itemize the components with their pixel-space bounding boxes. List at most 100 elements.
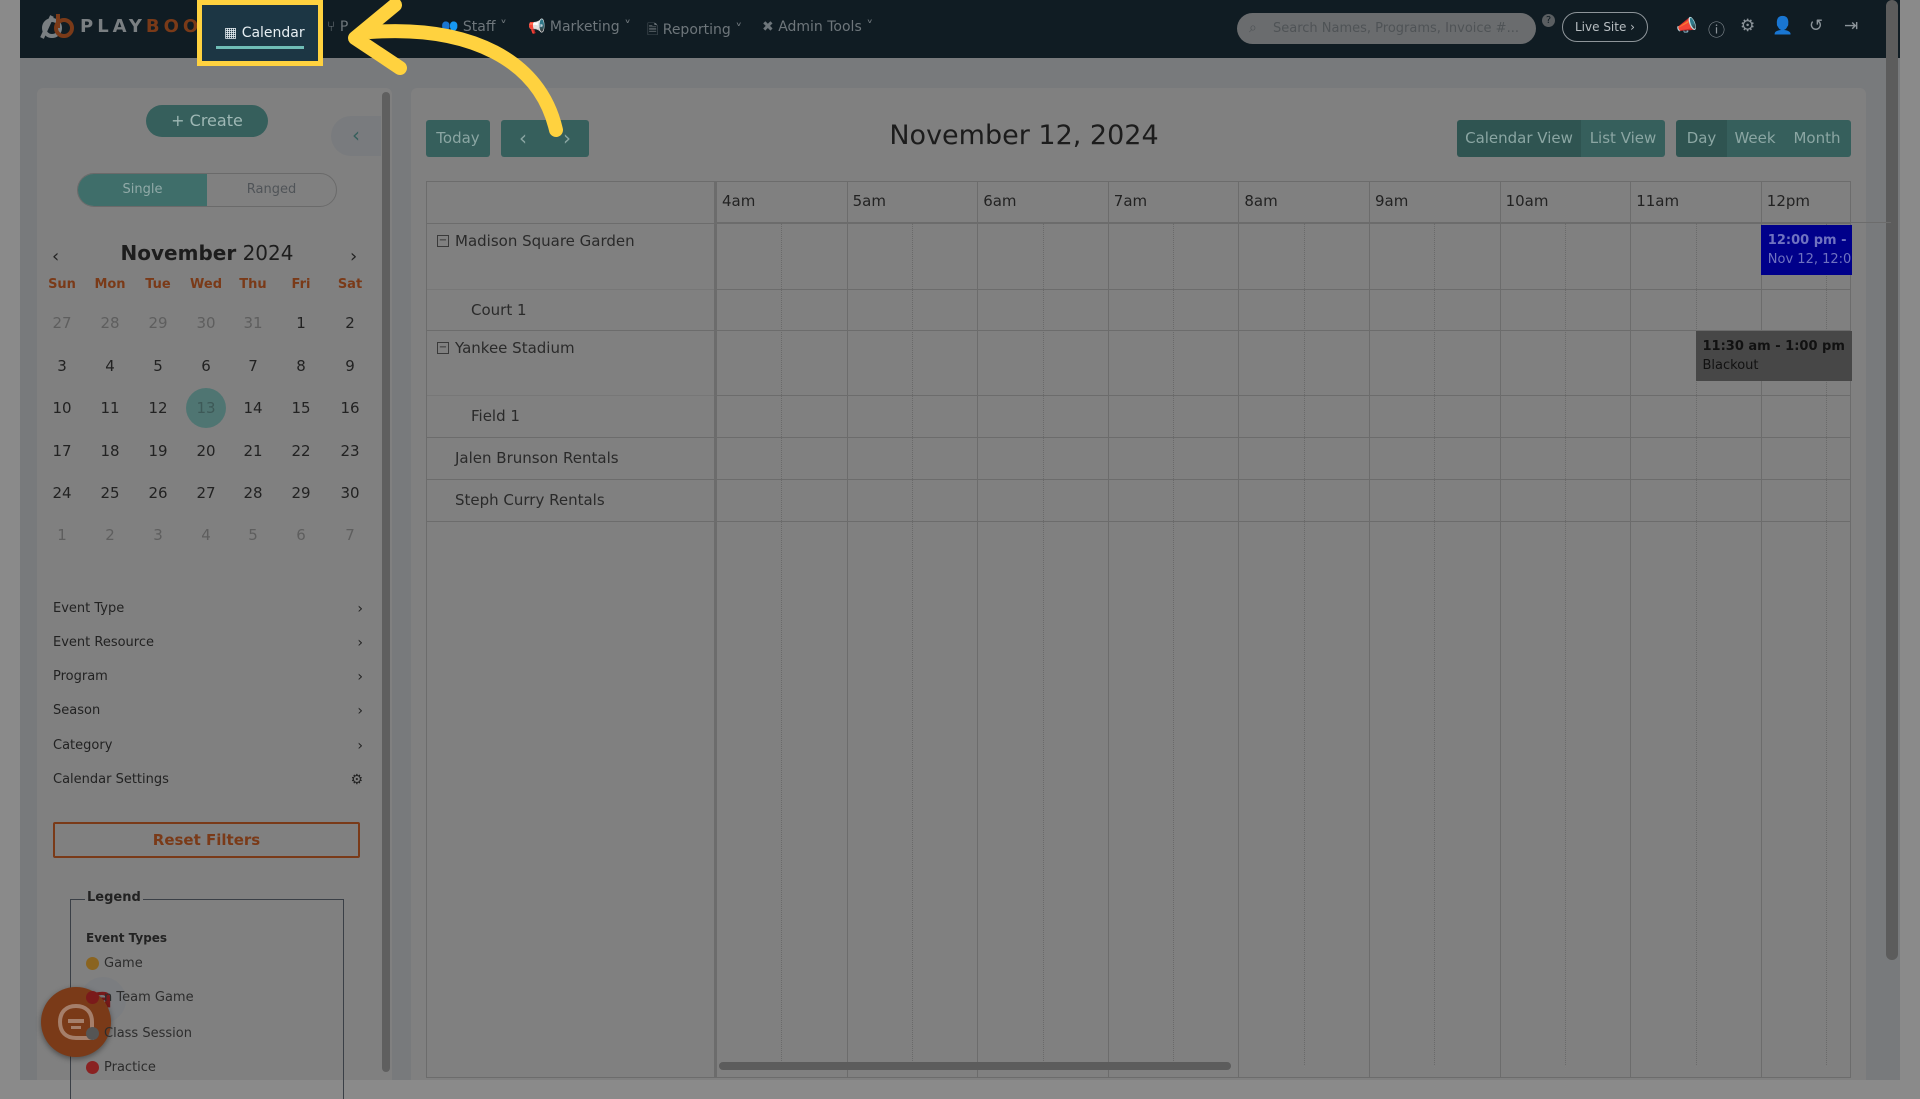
resource-label: Court 1 xyxy=(471,300,527,319)
calendar-day[interactable]: 14 xyxy=(233,388,273,428)
help-icon[interactable]: ⓘ xyxy=(1708,16,1725,41)
calendar-day[interactable]: 21 xyxy=(233,431,273,471)
history-icon[interactable]: ↺ xyxy=(1809,16,1823,36)
logout-icon[interactable]: ⇥ xyxy=(1844,16,1858,36)
calendar-day[interactable]: 4 xyxy=(186,515,226,555)
filter-calendar-settings[interactable]: Calendar Settings ⚙ xyxy=(53,772,363,788)
filter-season[interactable]: Season › xyxy=(53,703,363,719)
resource-row[interactable]: Steph Curry Rentals xyxy=(455,479,605,521)
collapse-group-icon[interactable]: − xyxy=(437,235,449,247)
calendar-day[interactable]: 30 xyxy=(330,473,370,513)
weekday-label: Sat xyxy=(337,277,363,292)
month-range-button[interactable]: Month xyxy=(1783,120,1851,157)
calendar-day[interactable]: 1 xyxy=(42,515,82,555)
gear-icon[interactable]: ⚙ xyxy=(1740,16,1755,36)
chevron-right-icon[interactable]: › xyxy=(357,601,363,617)
legend-item: n Team Game xyxy=(86,990,194,1005)
prev-month-button[interactable]: ‹ xyxy=(52,246,59,267)
calendar-day[interactable]: 12 xyxy=(138,388,178,428)
calendar-day[interactable]: 16 xyxy=(330,388,370,428)
calendar-day[interactable]: 5 xyxy=(233,515,273,555)
calendar-day[interactable]: 9 xyxy=(330,346,370,386)
hour-header: 4am xyxy=(716,182,847,223)
calendar-day[interactable]: 3 xyxy=(42,346,82,386)
calendar-day[interactable]: 20 xyxy=(186,431,226,471)
resource-group-row[interactable]: − Yankee Stadium xyxy=(437,330,575,366)
page-scrollbar[interactable] xyxy=(1886,0,1898,960)
legend-label: Practice xyxy=(104,1060,156,1075)
next-month-button[interactable]: › xyxy=(350,246,357,267)
selected-day[interactable]: 13 xyxy=(186,388,226,428)
day-range-button[interactable]: Day xyxy=(1676,120,1727,157)
gear-icon[interactable]: ⚙ xyxy=(350,772,363,788)
calendar-day[interactable]: 7 xyxy=(330,515,370,555)
calendar-day[interactable]: 26 xyxy=(138,473,178,513)
chevron-right-icon[interactable]: › xyxy=(357,703,363,719)
chevron-right-icon[interactable]: › xyxy=(357,738,363,754)
calendar-day[interactable]: 22 xyxy=(281,431,321,471)
filter-event-type[interactable]: Event Type › xyxy=(53,601,363,617)
calendar-day[interactable]: 17 xyxy=(42,431,82,471)
calendar-day[interactable]: 3 xyxy=(138,515,178,555)
calendar-day[interactable]: 18 xyxy=(90,431,130,471)
legend-section-title: Event Types xyxy=(86,931,168,945)
calendar-day[interactable]: 11 xyxy=(90,388,130,428)
chevron-right-icon[interactable]: › xyxy=(357,635,363,651)
list-view-button[interactable]: List View xyxy=(1581,120,1665,157)
calendar-day[interactable]: 2 xyxy=(330,303,370,343)
calendar-day[interactable]: 2 xyxy=(90,515,130,555)
resource-row[interactable]: Field 1 xyxy=(471,395,520,437)
filter-program[interactable]: Program › xyxy=(53,669,363,685)
search-input[interactable]: ⌕ Search Names, Programs, Invoice #... xyxy=(1237,13,1536,44)
calendar-event[interactable]: 11:30 am - 1:00 pm Blackout xyxy=(1695,331,1852,381)
resource-row[interactable]: Court 1 xyxy=(471,289,527,330)
calendar-day[interactable]: 6 xyxy=(281,515,321,555)
hour-divider xyxy=(1760,182,1762,1077)
calendar-day[interactable]: 29 xyxy=(281,473,321,513)
resource-row[interactable]: Jalen Brunson Rentals xyxy=(455,437,619,479)
filter-label: Event Type xyxy=(53,601,125,616)
hour-header: 12pm xyxy=(1760,182,1892,223)
calendar-day[interactable]: 8 xyxy=(281,346,321,386)
calendar-day[interactable]: 24 xyxy=(42,473,82,513)
filter-event-resource[interactable]: Event Resource › xyxy=(53,635,363,651)
row-divider xyxy=(427,330,1850,331)
calendar-day[interactable]: 29 xyxy=(138,303,178,343)
calendar-day[interactable]: 5 xyxy=(138,346,178,386)
calendar-day[interactable]: 27 xyxy=(186,473,226,513)
timeline-horizontal-scrollbar[interactable] xyxy=(719,1062,1231,1070)
event-time: 12:00 pm - 1:00 pm xyxy=(1767,233,1852,248)
calendar-day[interactable]: 6 xyxy=(186,346,226,386)
calendar-day[interactable]: 28 xyxy=(90,303,130,343)
calendar-day[interactable]: 10 xyxy=(42,388,82,428)
megaphone-plus-icon[interactable]: 📣 xyxy=(1676,16,1697,36)
live-site-button[interactable]: Live Site › xyxy=(1562,12,1648,42)
hour-header: 11am xyxy=(1630,182,1761,223)
calendar-day[interactable]: 30 xyxy=(186,303,226,343)
calendar-day[interactable]: 15 xyxy=(281,388,321,428)
sidebar-scrollbar[interactable] xyxy=(382,92,390,1072)
calendar-day[interactable]: 25 xyxy=(90,473,130,513)
header-divider xyxy=(427,223,1850,224)
calendar-day[interactable]: 31 xyxy=(233,303,273,343)
calendar-day[interactable]: 28 xyxy=(233,473,273,513)
calendar-day[interactable]: 19 xyxy=(138,431,178,471)
calendar-event[interactable]: 12:00 pm - 1:00 pm Nov 12, 12:00 xyxy=(1760,225,1852,275)
resource-group-row[interactable]: − Madison Square Garden xyxy=(437,223,635,259)
search-help-icon[interactable]: ? xyxy=(1542,14,1555,27)
filter-category[interactable]: Category › xyxy=(53,738,363,754)
reset-filters-button[interactable]: Reset Filters xyxy=(53,822,360,858)
legend-title: Legend xyxy=(85,890,143,905)
nav-item-admin-tools[interactable]: ✖ Admin Tools ˅ xyxy=(762,19,873,35)
calendar-day[interactable]: 7 xyxy=(233,346,273,386)
calendar-day[interactable]: 1 xyxy=(281,303,321,343)
collapse-group-icon[interactable]: − xyxy=(437,342,449,354)
chevron-right-icon[interactable]: › xyxy=(357,669,363,685)
row-divider xyxy=(427,437,1850,438)
calendar-day[interactable]: 23 xyxy=(330,431,370,471)
week-range-button[interactable]: Week xyxy=(1727,120,1783,157)
calendar-day[interactable]: 4 xyxy=(90,346,130,386)
calendar-view-button[interactable]: Calendar View xyxy=(1457,120,1581,157)
user-plus-icon[interactable]: 👤 xyxy=(1772,16,1793,36)
calendar-day[interactable]: 27 xyxy=(42,303,82,343)
